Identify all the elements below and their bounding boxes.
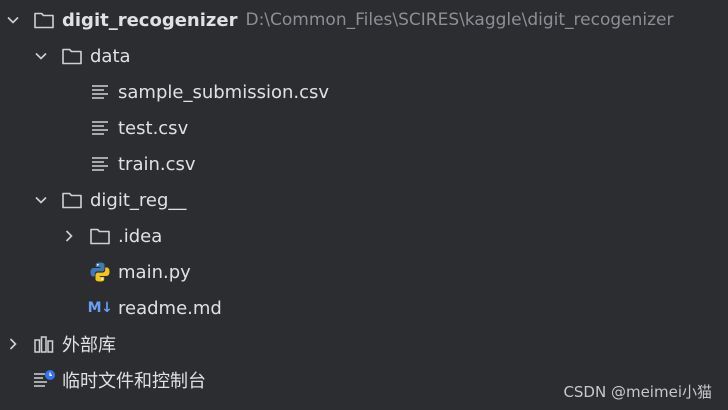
file-name: main.py	[118, 261, 191, 283]
project-tree: digit_recogenizer D:\Common_Files\SCIRES…	[0, 2, 728, 398]
tree-row-file[interactable]: M↓ readme.md	[0, 290, 728, 326]
scratch-file-icon	[32, 368, 56, 392]
folder-name: .idea	[118, 225, 163, 247]
library-icon	[32, 332, 56, 356]
folder-icon	[60, 188, 84, 212]
folder-name: data	[90, 45, 131, 67]
tree-row-idea-folder[interactable]: .idea	[0, 218, 728, 254]
tree-row-external-libraries[interactable]: 外部库	[0, 326, 728, 362]
watermark: CSDN @meimei小猫	[563, 383, 712, 401]
file-name: train.csv	[118, 153, 196, 175]
tree-row-file[interactable]: train.csv	[0, 146, 728, 182]
file-name: sample_submission.csv	[118, 81, 330, 103]
file-name: test.csv	[118, 117, 189, 139]
chevron-down-icon[interactable]	[34, 49, 60, 63]
root-folder-path: D:\Common_Files\SCIRES\kaggle\digit_reco…	[245, 10, 674, 30]
scratches-label: 临时文件和控制台	[62, 371, 206, 392]
folder-icon	[32, 8, 56, 32]
tree-row-reg-folder[interactable]: digit_reg__	[0, 182, 728, 218]
folder-name: digit_reg__	[90, 189, 187, 211]
external-libraries-label: 外部库	[62, 335, 116, 356]
tree-row-root[interactable]: digit_recogenizer D:\Common_Files\SCIRES…	[0, 2, 728, 38]
tree-row-data-folder[interactable]: data	[0, 38, 728, 74]
folder-icon	[88, 224, 112, 248]
folder-icon	[60, 44, 84, 68]
tree-row-file[interactable]: sample_submission.csv	[0, 74, 728, 110]
root-folder-name: digit_recogenizer	[62, 9, 238, 31]
text-file-icon	[88, 116, 112, 140]
chevron-right-icon[interactable]	[6, 337, 32, 351]
chevron-right-icon[interactable]	[62, 229, 88, 243]
tree-row-file[interactable]: test.csv	[0, 110, 728, 146]
file-name: readme.md	[118, 297, 222, 319]
markdown-file-icon: M↓	[87, 300, 113, 316]
text-file-icon	[88, 80, 112, 104]
tree-row-file[interactable]: main.py	[0, 254, 728, 290]
text-file-icon	[88, 152, 112, 176]
chevron-down-icon[interactable]	[34, 193, 60, 207]
chevron-down-icon[interactable]	[6, 13, 32, 27]
python-file-icon	[88, 260, 112, 284]
